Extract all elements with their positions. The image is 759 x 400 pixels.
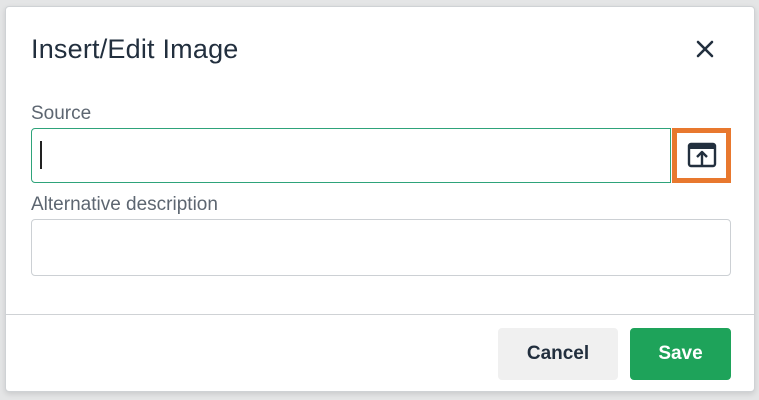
browse-source-button[interactable]: [672, 128, 731, 183]
close-button[interactable]: [689, 33, 721, 65]
alt-description-label: Alternative description: [31, 194, 218, 215]
save-button[interactable]: Save: [630, 328, 731, 380]
upload-browse-icon: [687, 142, 716, 167]
text-caret: [40, 141, 42, 169]
cancel-button[interactable]: Cancel: [498, 328, 618, 380]
footer-divider: [6, 314, 754, 315]
insert-edit-image-dialog: Insert/Edit Image Source Alternative des…: [5, 6, 755, 392]
dialog-title: Insert/Edit Image: [31, 34, 239, 64]
source-row: [31, 128, 731, 185]
close-icon: [696, 40, 714, 58]
alt-description-input[interactable]: [31, 219, 731, 276]
source-label: Source: [31, 103, 92, 124]
source-input[interactable]: [31, 128, 671, 183]
